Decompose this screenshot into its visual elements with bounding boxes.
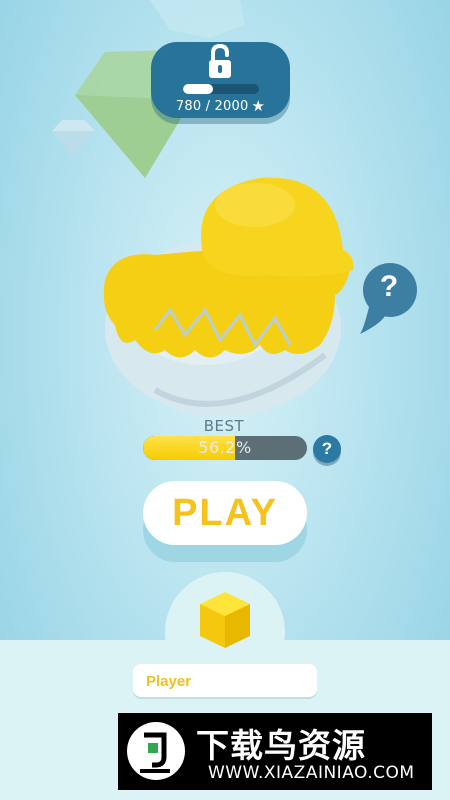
unlock-progress-fill bbox=[183, 84, 213, 94]
cube-icon[interactable] bbox=[198, 590, 252, 650]
best-progress-bar: 56.2% bbox=[143, 436, 307, 460]
unlock-progress-row: 780 / 2000 ★ bbox=[151, 97, 290, 115]
watermark-url: WWW.XIAZAINIAO.COM bbox=[208, 763, 415, 783]
player-name-text: Player bbox=[146, 673, 192, 690]
unlock-progress-bar bbox=[183, 84, 259, 94]
unlock-progress-badge[interactable]: 780 / 2000 ★ bbox=[151, 42, 290, 118]
cloud-shape bbox=[150, 0, 245, 38]
help-bubble-button[interactable]: ? bbox=[360, 258, 418, 334]
watermark-banner: 下载鸟资源 WWW.XIAZAINIAO.COM bbox=[118, 713, 432, 790]
play-button[interactable]: PLAY bbox=[143, 481, 307, 545]
best-percent-text: 56.2% bbox=[198, 438, 252, 457]
unlock-progress-text: 780 / 2000 bbox=[175, 99, 249, 114]
duck-icon[interactable] bbox=[95, 160, 355, 420]
best-help-button[interactable]: ? bbox=[313, 435, 341, 463]
bird-logo-icon bbox=[127, 722, 185, 780]
player-name-field[interactable]: Player bbox=[133, 664, 317, 699]
best-label: BEST bbox=[203, 417, 245, 435]
star-icon: ★ bbox=[251, 97, 266, 115]
watermark-text: 下载鸟资源 bbox=[196, 726, 366, 765]
unlock-icon bbox=[209, 44, 231, 78]
game-scene: 780 / 2000★ ? BEST 56.2% ? PLAY Player bbox=[0, 0, 450, 800]
help-question-mark: ? bbox=[379, 270, 399, 303]
